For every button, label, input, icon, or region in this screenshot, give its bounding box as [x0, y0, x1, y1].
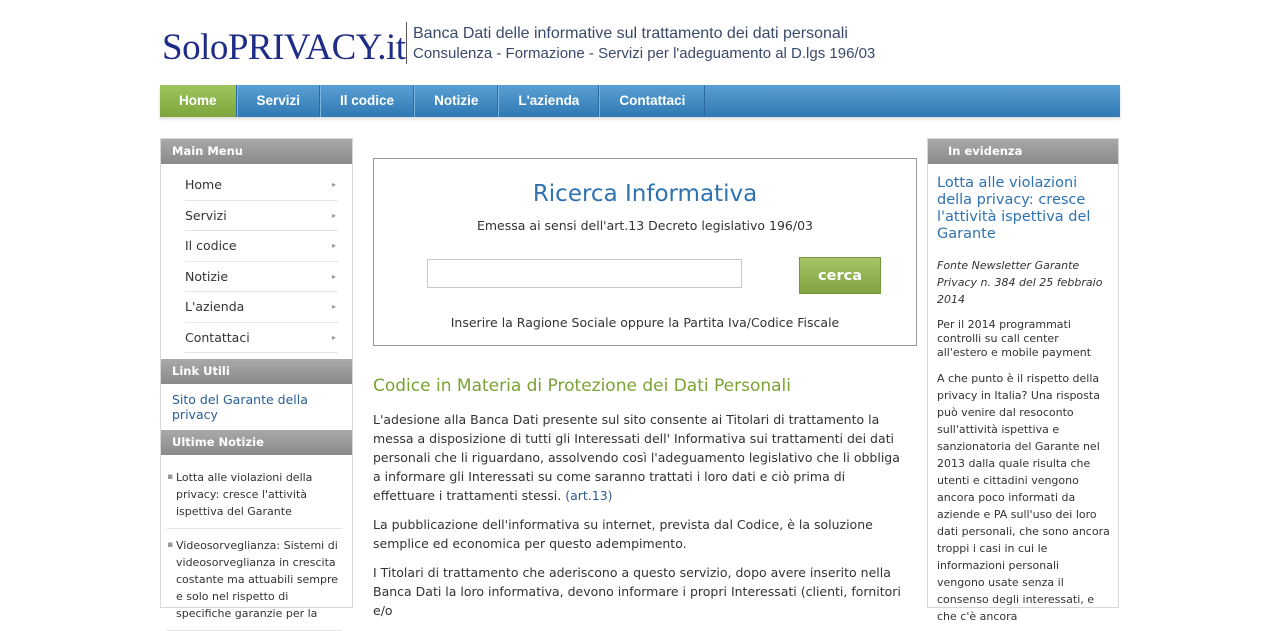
menu-item-il-codice[interactable]: Il codice ▸	[185, 231, 338, 262]
search-hint: Inserire la Ragione Sociale oppure la Pa…	[450, 315, 840, 330]
header-subtagline: Consulenza - Formazione - Servizi per l'…	[413, 45, 876, 62]
header-tagline: Banca Dati delle informative sul trattam…	[413, 25, 848, 42]
article-paragraph: La pubblicazione dell'informativa su int…	[373, 517, 873, 551]
search-input[interactable]	[427, 259, 742, 288]
nav-azienda[interactable]: L'azienda	[498, 85, 600, 117]
menu-item-azienda[interactable]: L'azienda ▸	[185, 292, 338, 323]
main-menu: Home ▸ Servizi ▸ Il codice ▸ Notizie ▸ L'azi…	[161, 170, 352, 353]
chevron-right-icon: ▸	[331, 241, 336, 250]
garante-link[interactable]: Sito del Garante della privacy	[161, 384, 352, 430]
art13-link[interactable]: (art.13)	[565, 488, 612, 503]
left-sidebar: Main Menu Home ▸ Servizi ▸ Il codice ▸ Noti…	[160, 138, 353, 631]
news-item-text: Videosorveglianza: Sistemi di videosorve…	[176, 539, 339, 620]
nav-notizie[interactable]: Notizie	[414, 85, 499, 117]
featured-heading: In evidenza	[928, 139, 1118, 164]
article-title: Codice in Materia di Protezione dei Dati…	[373, 376, 792, 396]
article-paragraph: I Titolari di trattamento che aderiscono…	[373, 565, 901, 618]
nav-home[interactable]: Home	[160, 85, 237, 117]
links-heading: Link Utili	[161, 359, 352, 384]
menu-item-label: Notizie	[185, 268, 229, 284]
site-logo[interactable]: SoloPRIVACY.it	[162, 26, 406, 69]
menu-item-label: L'azienda	[185, 299, 245, 314]
featured-body: A che punto è il rispetto della privacy …	[937, 372, 1110, 623]
bullet-icon: ▪	[167, 472, 174, 482]
search-panel: Ricerca Informativa Emessa ai sensi dell…	[373, 158, 917, 346]
featured-headline[interactable]: Lotta alle violazioni della privacy: cre…	[937, 175, 1110, 243]
search-button[interactable]: cerca	[799, 257, 881, 294]
menu-item-label: Servizi	[185, 207, 227, 223]
news-item[interactable]: ▪ Videosorveglianza: Sistemi di videosorv…	[167, 529, 342, 631]
menu-item-label: Home	[185, 177, 222, 192]
right-sidebar: In evidenza Lotta alle violazioni della …	[927, 138, 1119, 623]
news-heading: Ultime Notizie	[161, 430, 352, 455]
nav-contattaci[interactable]: Contattaci	[599, 85, 706, 117]
header-divider	[406, 22, 407, 64]
search-subtitle: Emessa ai sensi dell'art.13 Decreto legi…	[476, 218, 814, 233]
menu-item-notizie[interactable]: Notizie ▸	[185, 262, 338, 292]
menu-item-servizi[interactable]: Servizi ▸	[185, 201, 338, 231]
chevron-right-icon: ▸	[331, 180, 336, 189]
menu-item-contattaci[interactable]: Contattaci ▸	[185, 323, 338, 353]
news-item[interactable]: ▪ Lotta alle violazioni della privacy: cr…	[167, 461, 342, 529]
article-paragraph: L'adesione alla Banca Dati presente sul …	[373, 410, 909, 505]
menu-item-home[interactable]: Home ▸	[185, 170, 338, 201]
main-nav: Home Servizi Il codice Notizie L'azienda…	[160, 85, 1120, 117]
search-title: Ricerca Informativa	[532, 181, 758, 207]
menu-item-label: Contattaci	[185, 329, 250, 345]
chevron-right-icon: ▸	[331, 210, 336, 220]
news-list: ▪ Lotta alle violazioni della privacy: cr…	[161, 455, 352, 631]
bullet-icon: ▪	[167, 540, 174, 550]
featured-summary: Per il 2014 programmati controlli su cal…	[937, 318, 1092, 359]
nav-servizi[interactable]: Servizi	[236, 85, 321, 117]
article-paragraph-text: L'adesione alla Banca Dati presente sul …	[373, 412, 900, 503]
news-item-text: Lotta alle violazioni della privacy: cre…	[176, 471, 313, 518]
featured-source: Fonte Newsletter Garante Privacy n. 384 …	[937, 259, 1103, 306]
nav-il-codice[interactable]: Il codice	[320, 85, 415, 117]
menu-item-label: Il codice	[185, 238, 237, 253]
chevron-right-icon: ▸	[331, 271, 336, 281]
main-menu-heading: Main Menu	[161, 139, 352, 164]
chevron-right-icon: ▸	[331, 332, 336, 342]
chevron-right-icon: ▸	[331, 302, 336, 311]
